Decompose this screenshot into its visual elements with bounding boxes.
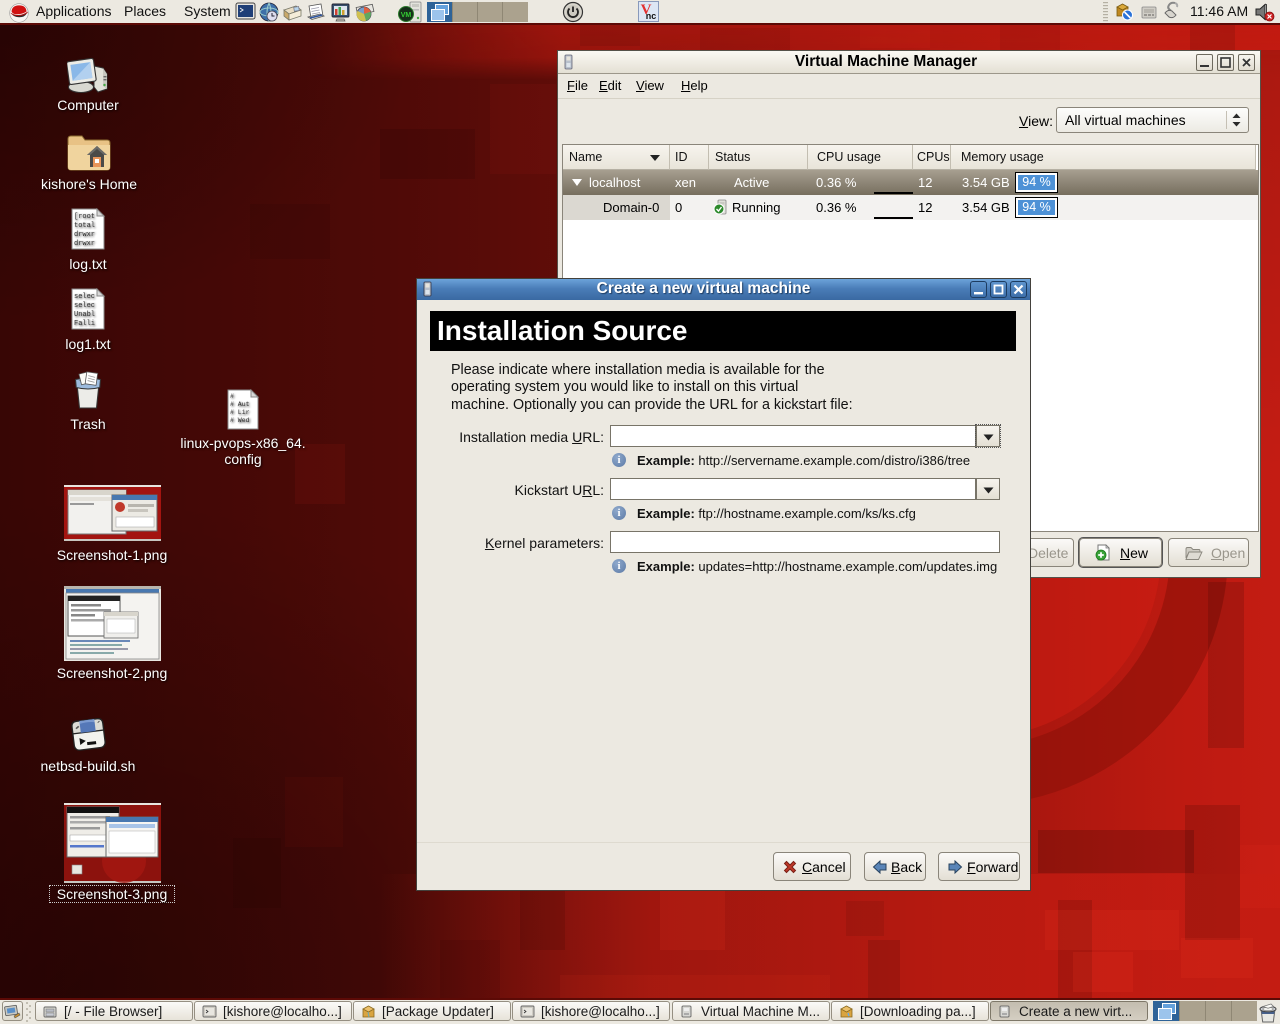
svg-text:# Wed: # Wed xyxy=(230,417,250,424)
svg-text:selec: selec xyxy=(74,302,95,310)
svg-text:# Aut: # Aut xyxy=(230,401,250,408)
svg-text:#: # xyxy=(230,393,234,400)
svg-text:nc: nc xyxy=(646,11,657,21)
svg-text:drwxr: drwxr xyxy=(74,231,95,239)
svg-text:Unabl: Unabl xyxy=(74,311,95,319)
svg-text:Falli: Falli xyxy=(74,320,95,328)
svg-text:VM: VM xyxy=(401,12,412,19)
svg-text:total: total xyxy=(74,222,95,230)
svg-text:drwxr: drwxr xyxy=(74,240,95,248)
svg-text:selec: selec xyxy=(74,293,95,301)
svg-text:# Lir: # Lir xyxy=(230,409,250,416)
svg-text:[root: [root xyxy=(74,213,95,221)
